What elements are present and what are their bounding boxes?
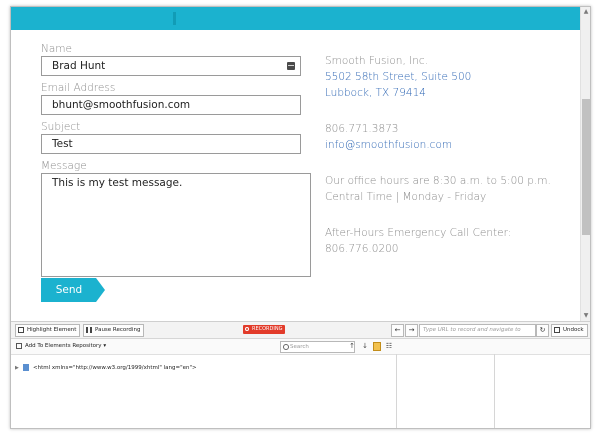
search-icon [283, 344, 289, 350]
name-field[interactable]: Brad Hunt [41, 56, 301, 76]
phone-number: 806.771.3873 [325, 123, 399, 135]
subject-label: Subject [41, 121, 81, 133]
hours-line-1: Our office hours are 8:30 a.m. to 5:00 p… [325, 175, 551, 187]
subject-field[interactable]: Test [41, 134, 301, 154]
repository-icon [16, 343, 22, 349]
recording-badge: RECORDING [243, 325, 286, 334]
devtools-toolbar: Highlight Element Pause Recording RECORD… [11, 322, 590, 339]
document-icon [23, 364, 29, 371]
repository-label: Add To Elements Repository ▾ [25, 343, 107, 349]
undock-label: Undock [563, 327, 584, 333]
email-label: Email Address [41, 82, 116, 94]
pane-divider-2[interactable] [494, 354, 495, 428]
pause-label: Pause Recording [95, 327, 141, 333]
header-mark [173, 12, 176, 25]
scroll-up-icon[interactable]: ▲ [581, 7, 590, 17]
company-name: Smooth Fusion, Inc. [325, 55, 428, 67]
pane-divider[interactable] [396, 354, 397, 428]
record-url-input[interactable]: Type URL to record and navigate to [419, 324, 536, 337]
header-band [11, 7, 580, 30]
scrollbar-thumb[interactable] [582, 99, 590, 235]
page-scrollbar[interactable]: ▲ ▼ [580, 7, 590, 321]
name-value: Brad Hunt [52, 60, 106, 72]
message-label: Message [41, 160, 87, 172]
expand-icon[interactable]: ▶ [15, 364, 23, 373]
add-to-repository-button[interactable]: Add To Elements Repository ▾ [16, 342, 106, 351]
highlight-icon [18, 327, 24, 333]
message-value: This is my test message. [52, 177, 183, 189]
highlight-label: Highlight Element [27, 327, 77, 333]
tree-node-label: <html xmlns="http://www.w3.org/1999/xhtm… [33, 365, 197, 371]
highlight-element-button[interactable]: Highlight Element [15, 324, 81, 337]
email-link[interactable]: info@smoothfusion.com [325, 137, 452, 153]
scroll-down-icon[interactable]: ▼ [581, 311, 590, 321]
browser-window: ▲ ▼ Name Brad Hunt Email Address bhunt@s… [10, 6, 591, 429]
arrow-down-icon[interactable]: ↓ [361, 342, 369, 351]
back-arrow-icon[interactable]: ← [391, 324, 404, 337]
refresh-icon[interactable]: ↻ [536, 324, 549, 337]
search-placeholder: Search [290, 344, 309, 350]
forward-arrow-icon[interactable]: → [405, 324, 418, 337]
pause-icon [86, 327, 92, 333]
address-line-2[interactable]: Lubbock, TX 79414 [325, 85, 471, 101]
pause-recording-button[interactable]: Pause Recording [83, 324, 145, 337]
emergency-phone: 806.776.0200 [325, 243, 399, 255]
hours-line-2: Central Time | Monday - Friday [325, 191, 487, 203]
email-field[interactable]: bhunt@smoothfusion.com [41, 95, 301, 115]
send-button[interactable]: Send [41, 278, 105, 302]
office-hours: Our office hours are 8:30 a.m. to 5:00 p… [325, 173, 551, 205]
devtools-subtoolbar: Add To Elements Repository ▾ Search ↑ ↓ … [11, 339, 590, 355]
emergency-label: After-Hours Emergency Call Center: [325, 227, 512, 239]
email-value: bhunt@smoothfusion.com [52, 99, 191, 111]
tree-view-icon[interactable]: ☷ [385, 342, 393, 351]
highlight-toggle-icon[interactable] [373, 342, 381, 351]
undock-icon [554, 327, 560, 333]
undock-button[interactable]: Undock [551, 324, 588, 337]
contact-card-icon[interactable] [287, 62, 295, 70]
arrow-up-icon[interactable]: ↑ [348, 342, 356, 351]
devtools-panel: Highlight Element Pause Recording RECORD… [11, 321, 590, 428]
devtools-search-input[interactable]: Search [280, 341, 355, 353]
dom-tree-row[interactable]: ▶ <html xmlns="http://www.w3.org/1999/xht… [15, 364, 197, 373]
company-info: Smooth Fusion, Inc. 5502 58th Street, Su… [325, 53, 471, 101]
phone-info: 806.771.3873 info@smoothfusion.com [325, 121, 452, 153]
name-label: Name [41, 43, 72, 55]
subject-value: Test [52, 138, 73, 150]
address-line-1[interactable]: 5502 58th Street, Suite 500 [325, 69, 471, 85]
message-textarea[interactable]: This is my test message. [41, 173, 311, 277]
emergency-info: After-Hours Emergency Call Center: 806.7… [325, 225, 511, 257]
